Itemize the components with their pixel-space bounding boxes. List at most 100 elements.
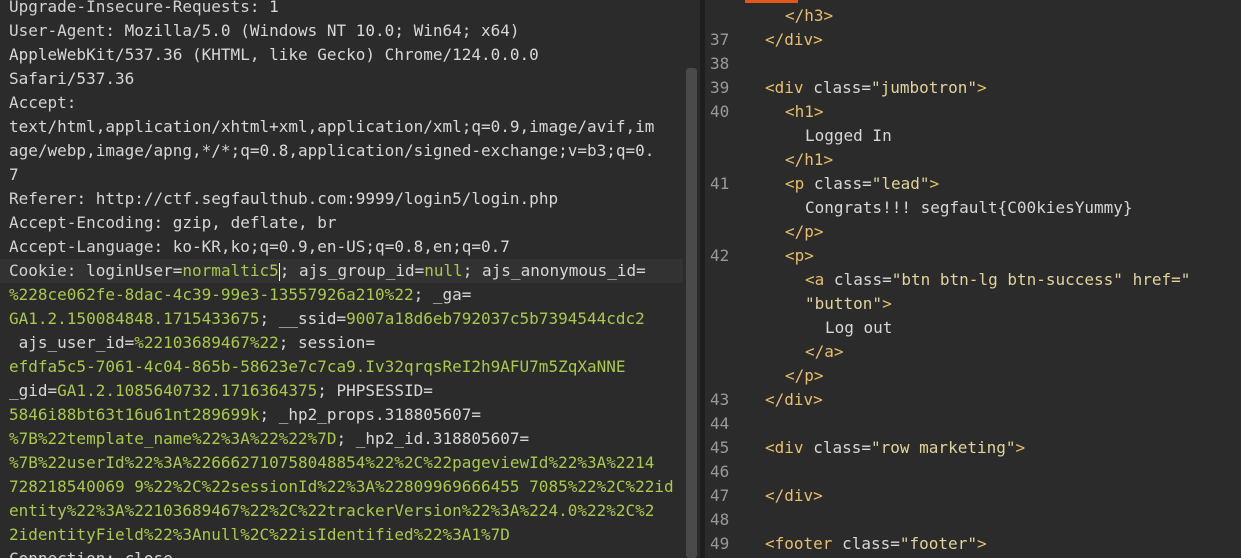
cookie-value: null [424, 261, 463, 280]
response-editor[interactable]: </h3> 37 </div> 38 39 <div class="jumbotron">… [705, 0, 1241, 558]
header-value: gzip, deflate, br [172, 213, 337, 232]
line-number: 45 [710, 438, 730, 457]
request-editor[interactable]: Upgrade-Insecure-Requests: 1 User-Agent: … [0, 0, 700, 558]
cookie-equals: = [172, 261, 183, 280]
code-line: </h3> [785, 4, 833, 28]
header-name: Accept-Language [9, 237, 154, 256]
tag-bracket: > [813, 30, 823, 49]
cookie-separator: ; [259, 309, 279, 328]
attr-name: class [813, 78, 862, 97]
tag-bracket: > [813, 486, 823, 505]
line-number: 37 [710, 30, 730, 49]
tag-name: div [774, 78, 804, 97]
header-separator: : [105, 21, 125, 40]
attr-equals: = [861, 438, 871, 457]
attr-name: class [833, 270, 883, 289]
code-line: Congrats!!! segfault{C00kiesYummy} [805, 196, 1133, 220]
cookie-value: GA1.2.150084848.1715433675 [9, 309, 260, 328]
line-number: 43 [710, 390, 730, 409]
attr-equals: = [861, 78, 871, 97]
header-value: AppleWebKit/537.36 (KHTML, like Gecko) C… [9, 45, 539, 64]
cookie-line: GA1.2.150084848.1715433675; __ssid=9007a… [9, 307, 645, 331]
code-line: Log out [825, 316, 892, 340]
tag-name: div [784, 30, 814, 49]
line-number: 41 [710, 174, 730, 193]
attr-value: "footer" [899, 534, 977, 553]
line-number: 46 [710, 462, 730, 481]
code-line: </div> [765, 484, 823, 508]
tag-name: p [804, 222, 814, 241]
cookie-line: 2identityField%22%3Anull%2C%22isIdentifi… [9, 523, 510, 547]
attr-equals: = [890, 534, 900, 553]
line-number: 47 [710, 486, 730, 505]
flag-text: Congrats!!! segfault{C00kiesYummy} [805, 198, 1133, 217]
tag-bracket: </ [765, 390, 785, 409]
cookie-value: %228ce062fe-8dac-4c39-99e3-13557926a210%… [9, 285, 414, 304]
cookie-separator: ; [317, 381, 337, 400]
cookie-equals: = [336, 309, 347, 328]
tag-name: div [774, 438, 804, 457]
cookie-separator: ; [278, 333, 298, 352]
header-name: Referer [9, 189, 77, 208]
cookie-name: loginUser [86, 261, 173, 280]
tag-bracket: </ [785, 6, 805, 25]
tag-bracket: > [1015, 438, 1026, 457]
request-scrollbar-thumb[interactable] [686, 68, 697, 558]
header-value: 7 [9, 165, 19, 184]
request-line: text/html,application/xhtml+xml,applicat… [9, 115, 654, 139]
header-separator: : [76, 189, 96, 208]
header-name: Connection [9, 549, 105, 558]
request-line: Safari/537.36 [9, 67, 134, 91]
cookie-equals: = [47, 381, 58, 400]
tag-name: a [814, 270, 825, 289]
cookie-name: __ssid [278, 309, 337, 328]
cookie-value: normaltic5 [182, 261, 279, 280]
tag-bracket: </ [785, 366, 805, 385]
tag-bracket: > [813, 390, 823, 409]
code-line: "button"> [805, 292, 892, 316]
attr-value: "jumbotron" [871, 78, 977, 97]
cookie-equals: = [365, 333, 376, 352]
header-name: Accept-Encoding [9, 213, 154, 232]
cookie-value: 2identityField%22%3Anull%2C%22isIdentifi… [9, 525, 510, 544]
header-separator: : [153, 237, 173, 256]
code-line: </p> [785, 364, 824, 388]
header-separator: : [66, 261, 87, 280]
cookie-separator: ; [279, 261, 299, 280]
attr-value: "button" [805, 294, 883, 313]
tag-bracket: < [785, 246, 795, 265]
cookie-name: ajs_group_id [299, 261, 415, 280]
tag-name: h1 [804, 150, 824, 169]
cookie-separator: ; [336, 429, 356, 448]
tag-name: p [804, 366, 814, 385]
request-line: Accept-Language: ko-KR,ko;q=0.9,en-US;q=… [9, 235, 510, 259]
header-value: text/html,application/xhtml+xml,applicat… [9, 117, 655, 136]
code-line: </h1> [785, 148, 833, 172]
attr-name: class [842, 534, 891, 553]
cookie-value: %7B%22template_name%22%3A%22%22%7D [9, 429, 337, 448]
tag-bracket: < [765, 534, 775, 553]
cookie-name: ajs_user_id [9, 333, 125, 352]
cookie-name: _ga [432, 285, 462, 304]
header-value: Mozilla/5.0 (Windows NT 10.0; Win64; x64… [124, 21, 520, 40]
tag-name: p [794, 174, 805, 193]
cookie-line: _gid=GA1.2.1085640732.1716364375; PHPSES… [9, 379, 433, 403]
cookie-value: %7B%22userId%22%3A%226662710758048854%22… [9, 453, 655, 472]
cookie-value: %22103689467%22 [134, 333, 279, 352]
cookie-line: 5846i88bt63t16u61nt289699k; _hp2_props.3… [9, 403, 481, 427]
tag-bracket: < [785, 174, 795, 193]
cookie-separator: ; [462, 261, 483, 280]
tag-bracket: > [833, 342, 844, 361]
tag-bracket: > [804, 246, 814, 265]
tag-bracket: < [765, 78, 775, 97]
cookie-equals: = [471, 405, 482, 424]
header-name: Cookie [9, 261, 67, 280]
cookie-name: _hp2_props.318805607 [278, 405, 472, 424]
request-line: Accept: [9, 91, 76, 115]
request-line: age/webp,image/apng,*/*;q=0.8,applicatio… [9, 139, 654, 163]
header-name: Upgrade-Insecure-Requests [9, 0, 250, 16]
header-value: ko-KR,ko;q=0.9,en-US;q=0.8,en;q=0.7 [172, 237, 510, 256]
header-name: Accept [9, 93, 67, 112]
